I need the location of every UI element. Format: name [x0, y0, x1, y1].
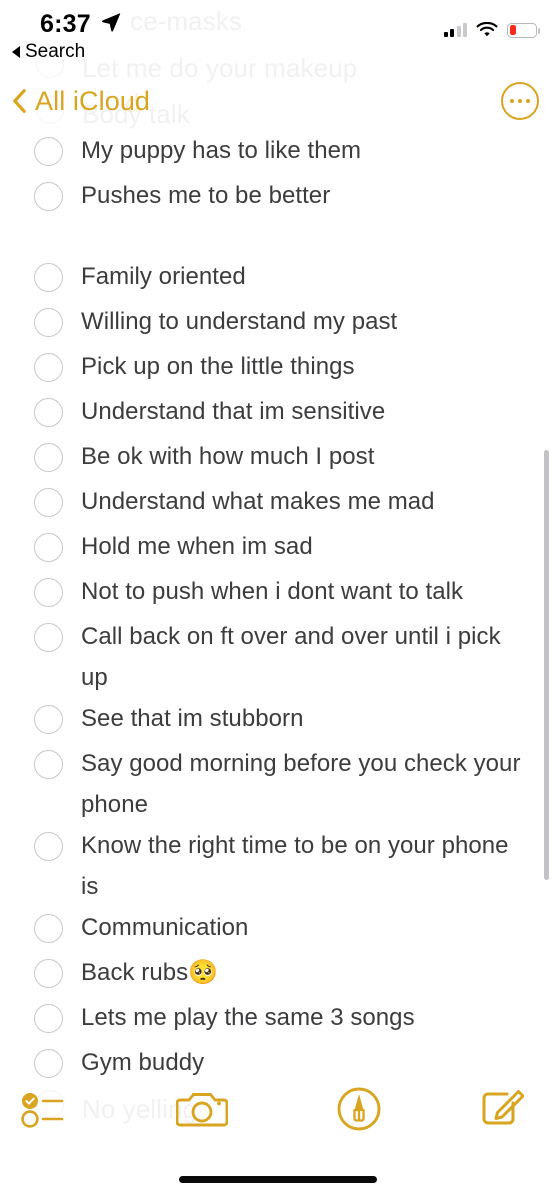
navigation-bar: All iCloud — [0, 72, 555, 130]
markup-button[interactable] — [336, 1086, 382, 1132]
checkbox-unchecked-icon[interactable] — [34, 623, 63, 652]
checkbox-unchecked-icon[interactable] — [34, 1004, 63, 1033]
triangle-left-icon — [12, 46, 20, 58]
checkbox-unchecked-icon[interactable] — [34, 1049, 63, 1078]
checklist-item-label: Lets me play the same 3 songs — [81, 1004, 415, 1031]
checkbox-unchecked-icon[interactable] — [34, 353, 63, 382]
checklist-item-label: Hold me when im sad — [81, 533, 313, 560]
checklist-item-label: Understand that im sensitive — [81, 398, 386, 425]
checklist-row[interactable]: Back rubs🥺 — [34, 952, 533, 997]
checkbox-unchecked-icon[interactable] — [34, 488, 63, 517]
checklist-item-label: Communication — [81, 914, 249, 941]
checklist-row[interactable]: Family oriented — [34, 256, 533, 301]
vertical-scrollbar[interactable] — [544, 450, 549, 880]
checkbox-unchecked-icon[interactable] — [34, 398, 63, 427]
checkbox-unchecked-icon[interactable] — [34, 959, 63, 988]
checkbox-unchecked-icon[interactable] — [34, 705, 63, 734]
checkbox-unchecked-icon[interactable] — [34, 914, 63, 943]
checklist-item-label: Gym buddy — [81, 1049, 205, 1076]
checklist-row[interactable]: Hold me when im sad — [34, 526, 533, 571]
camera-button[interactable] — [176, 1088, 228, 1130]
checklist-item-label: Willing to understand my past — [81, 308, 398, 335]
checkbox-unchecked-icon[interactable] — [34, 750, 63, 779]
checklist-item-label: Understand what makes me mad — [81, 488, 435, 515]
bottom-toolbar — [0, 1080, 555, 1138]
checklist-row[interactable]: Pushes me to be better — [34, 175, 533, 220]
status-bar-indicators — [443, 22, 540, 38]
checklist-item-label: Not to push when i dont want to talk — [81, 578, 464, 605]
checklist-row[interactable]: See that im stubborn — [34, 698, 533, 743]
location-arrow-icon — [102, 13, 121, 32]
back-button-label: All iCloud — [35, 85, 151, 116]
checklist-row[interactable]: Not to push when i dont want to talk — [34, 571, 533, 616]
checklist-item-label: My puppy has to like them — [81, 137, 362, 164]
checklist-row[interactable]: Know the right time to be on your phone … — [34, 825, 533, 907]
markup-pen-icon — [337, 1087, 381, 1131]
checkbox-unchecked-icon[interactable] — [34, 578, 63, 607]
checklist-item-label: Say good morning before you check your p… — [81, 750, 521, 818]
search-back-link[interactable]: Search — [12, 41, 85, 63]
checklist-row[interactable]: Call back on ft over and over until i pi… — [34, 616, 533, 698]
checklist-item-label: Back rubs🥺 — [81, 959, 219, 986]
camera-icon — [176, 1093, 228, 1127]
checklist-row[interactable]: Be ok with how much I post — [34, 436, 533, 481]
checkbox-unchecked-icon[interactable] — [34, 832, 63, 861]
compose-button[interactable] — [480, 1087, 524, 1131]
checkbox-unchecked-icon[interactable] — [34, 308, 63, 337]
search-back-label: Search — [25, 41, 86, 62]
status-bar-time: 6:37 — [40, 10, 91, 38]
checklist-item-label: Pushes me to be better — [81, 182, 331, 209]
wifi-icon — [476, 22, 498, 37]
checklist-icon — [21, 1093, 64, 1128]
checkbox-unchecked-icon[interactable] — [34, 443, 63, 472]
checkbox-unchecked-icon[interactable] — [34, 533, 63, 562]
checklist-spacer-row — [34, 220, 533, 256]
checklist-row[interactable]: My puppy has to like them — [34, 130, 533, 175]
checkbox-unchecked-icon[interactable] — [34, 137, 63, 166]
ellipsis-circle-icon[interactable] — [501, 82, 539, 120]
checklist-row[interactable]: Lets me play the same 3 songs — [34, 997, 533, 1042]
checklist-row[interactable]: Willing to understand my past — [34, 301, 533, 346]
battery-low-icon — [507, 22, 540, 38]
checkbox-unchecked-icon[interactable] — [34, 263, 63, 292]
checklist-item-label: See that im stubborn — [81, 705, 304, 732]
compose-icon — [482, 1090, 524, 1125]
back-to-all-icloud-button[interactable]: All iCloud — [12, 86, 150, 117]
checklist-row[interactable]: Pick up on the little things — [34, 346, 533, 391]
checklist-row[interactable]: Understand what makes me mad — [34, 481, 533, 526]
home-indicator[interactable] — [178, 1176, 377, 1183]
checkbox-unchecked-icon[interactable] — [34, 182, 63, 211]
checklist-item-label: Know the right time to be on your phone … — [81, 832, 509, 900]
chevron-left-icon — [13, 89, 26, 113]
checklist-item-label: Call back on ft over and over until i pi… — [81, 623, 501, 691]
checklist-row[interactable]: Communication — [34, 907, 533, 952]
note-checklist: My puppy has to like them Pushes me to be… — [0, 130, 555, 1085]
checklist-row[interactable]: Understand that im sensitive — [34, 391, 533, 436]
checklist-item-label: Be ok with how much I post — [81, 443, 375, 470]
checklist-row[interactable]: Say good morning before you check your p… — [34, 743, 533, 825]
checklist-button[interactable] — [18, 1089, 74, 1129]
checklist-item-label: Pick up on the little things — [81, 353, 355, 380]
checklist-item-label: Family oriented — [81, 263, 246, 290]
cellular-signal-icon — [443, 23, 467, 37]
notes-app-screen: ce-masks Let me do your makeup d Body ta… — [0, 0, 555, 1200]
